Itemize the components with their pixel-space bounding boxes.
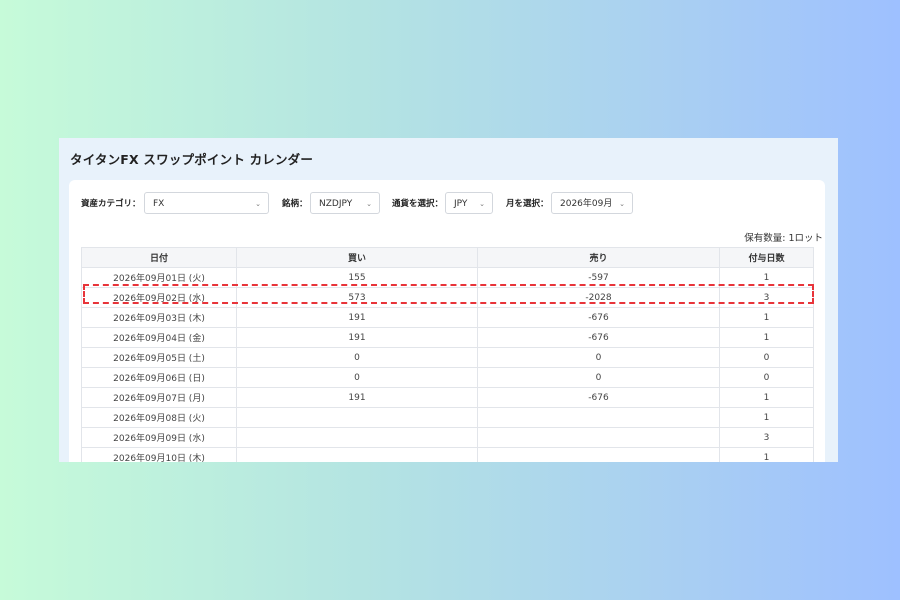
month-value: 2026年09月 — [560, 199, 613, 209]
holding-quantity: 保有数量: 1ロット — [744, 233, 823, 244]
chevron-down-icon: ⌄ — [479, 200, 485, 208]
currency-select[interactable]: JPY ⌄ — [445, 192, 493, 214]
cell-days: 3 — [719, 287, 814, 308]
cell-buy: 191 — [236, 327, 478, 348]
cell-date: 2026年09月03日 (木) — [81, 307, 237, 328]
cell-sell — [477, 427, 720, 448]
category-label: 資産カテゴリ： — [81, 199, 141, 209]
table-row: 2026年09月05日 (土) 0 0 0 — [81, 347, 814, 368]
cell-buy: 573 — [236, 287, 478, 308]
cell-date: 2026年09月01日 (火) — [81, 267, 237, 288]
month-select[interactable]: 2026年09月 ⌄ — [551, 192, 633, 214]
cell-sell — [477, 447, 720, 462]
cell-buy — [236, 447, 478, 462]
table-row: 2026年09月08日 (火) 1 — [81, 407, 814, 428]
cell-date: 2026年09月07日 (月) — [81, 387, 237, 408]
cell-buy: 155 — [236, 267, 478, 288]
symbol-select[interactable]: NZDJPY ⌄ — [310, 192, 380, 214]
cell-date: 2026年09月06日 (日) — [81, 367, 237, 388]
cell-buy: 0 — [236, 367, 478, 388]
currency-value: JPY — [454, 199, 468, 209]
chevron-down-icon: ⌄ — [619, 200, 625, 208]
table-row: 2026年09月10日 (木) 1 — [81, 447, 814, 462]
cell-days: 1 — [719, 407, 814, 428]
header-date: 日付 — [81, 247, 237, 268]
cell-sell: 0 — [477, 347, 720, 368]
cell-date: 2026年09月10日 (木) — [81, 447, 237, 462]
cell-buy — [236, 407, 478, 428]
currency-label: 通貨を選択： — [392, 199, 444, 209]
cell-date: 2026年09月05日 (土) — [81, 347, 237, 368]
cell-date: 2026年09月09日 (水) — [81, 427, 237, 448]
table-row: 2026年09月06日 (日) 0 0 0 — [81, 367, 814, 388]
cell-days: 1 — [719, 267, 814, 288]
cell-days: 3 — [719, 427, 814, 448]
cell-days: 1 — [719, 327, 814, 348]
chevron-down-icon: ⌄ — [255, 200, 261, 208]
table-row: 2026年09月01日 (火) 155 -597 1 — [81, 267, 814, 288]
cell-sell — [477, 407, 720, 428]
cell-days: 0 — [719, 367, 814, 388]
cell-date: 2026年09月02日 (水) — [81, 287, 237, 308]
table-row: 2026年09月09日 (水) 3 — [81, 427, 814, 448]
chevron-down-icon: ⌄ — [366, 200, 372, 208]
cell-date: 2026年09月08日 (火) — [81, 407, 237, 428]
symbol-label: 銘柄： — [282, 199, 308, 209]
swap-table: 日付 買い 売り 付与日数 2026年09月01日 (火) 155 -597 1 202… — [81, 247, 814, 462]
cell-sell: -2028 — [477, 287, 720, 308]
header-sell: 売り — [477, 247, 720, 268]
cell-sell: 0 — [477, 367, 720, 388]
cell-days: 1 — [719, 387, 814, 408]
cell-buy: 191 — [236, 307, 478, 328]
page-title: タイタンFX スワップポイント カレンダー — [70, 152, 314, 167]
table-row: 2026年09月03日 (木) 191 -676 1 — [81, 307, 814, 328]
category-select[interactable]: FX ⌄ — [144, 192, 269, 214]
cell-sell: -597 — [477, 267, 720, 288]
cell-buy: 0 — [236, 347, 478, 368]
cell-days: 1 — [719, 307, 814, 328]
table-row: 2026年09月04日 (金) 191 -676 1 — [81, 327, 814, 348]
cell-buy: 191 — [236, 387, 478, 408]
cell-sell: -676 — [477, 387, 720, 408]
cell-sell: -676 — [477, 327, 720, 348]
cell-days: 0 — [719, 347, 814, 368]
swap-calendar-panel: タイタンFX スワップポイント カレンダー 資産カテゴリ： FX ⌄ 銘柄： N… — [59, 138, 838, 462]
cell-date: 2026年09月04日 (金) — [81, 327, 237, 348]
header-buy: 買い — [236, 247, 478, 268]
calendar-card: 資産カテゴリ： FX ⌄ 銘柄： NZDJPY ⌄ 通貨を選択： JPY ⌄ 月… — [69, 180, 825, 462]
table-header-row: 日付 買い 売り 付与日数 — [81, 247, 814, 268]
cell-buy — [236, 427, 478, 448]
table-row: 2026年09月07日 (月) 191 -676 1 — [81, 387, 814, 408]
header-days: 付与日数 — [719, 247, 814, 268]
category-value: FX — [153, 199, 165, 209]
cell-sell: -676 — [477, 307, 720, 328]
month-label: 月を選択： — [506, 199, 549, 209]
table-row: 2026年09月02日 (水) 573 -2028 3 — [81, 287, 814, 308]
symbol-value: NZDJPY — [319, 199, 353, 209]
cell-days: 1 — [719, 447, 814, 462]
